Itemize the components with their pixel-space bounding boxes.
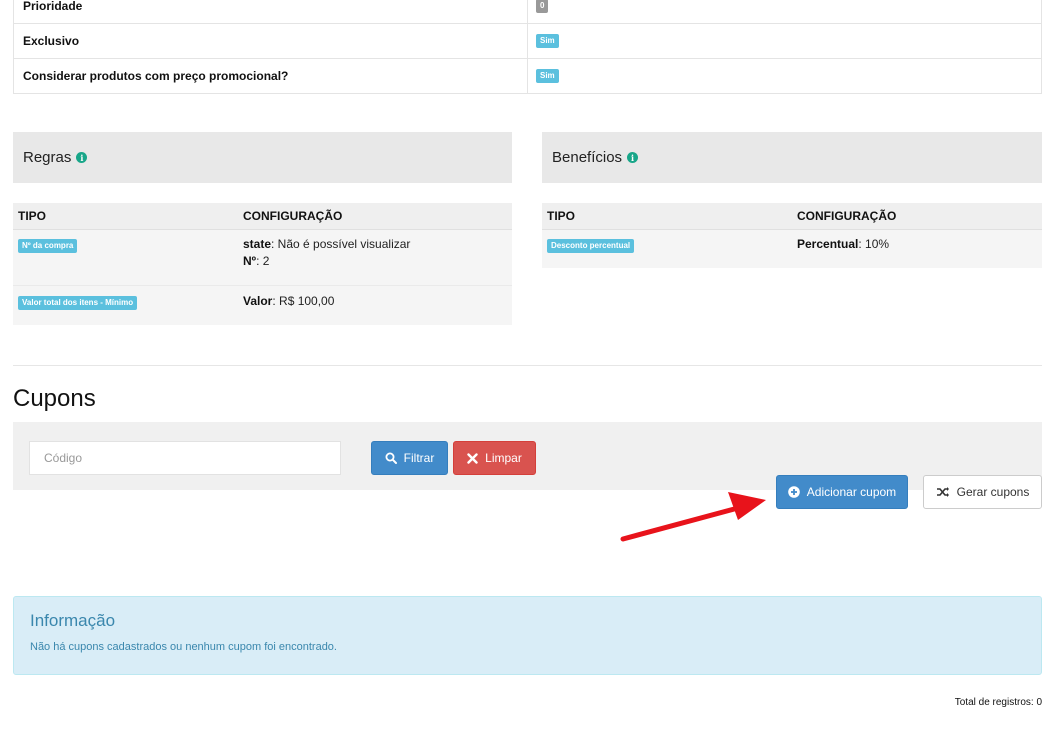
search-icon <box>385 452 397 464</box>
rules-table: TIPO CONFIGURAÇÃO Nº da compra state: Nã… <box>13 203 512 325</box>
rules-title: Regras <box>23 149 72 166</box>
code-search-input[interactable] <box>29 441 341 475</box>
clear-button[interactable]: Limpar <box>453 441 536 475</box>
property-row-promo: Considerar produtos com preço promociona… <box>14 58 1041 93</box>
rule-type-badge: Valor total dos itens - Mínimo <box>18 296 138 310</box>
filter-button-label: Filtrar <box>403 451 435 465</box>
property-row-priority: Prioridade 0 <box>14 0 1041 23</box>
priority-badge: 0 <box>536 0 549 13</box>
benefits-title: Benefícios <box>552 149 623 166</box>
section-divider <box>13 365 1042 366</box>
rule-type-badge: Nº da compra <box>18 239 78 253</box>
plus-circle-icon <box>787 486 800 498</box>
properties-table: Prioridade 0 Exclusivo Sim Considerar pr… <box>13 0 1042 94</box>
rules-table-header: TIPO CONFIGURAÇÃO <box>13 203 512 230</box>
table-row: Desconto percentual Percentual: 10% <box>542 230 1042 267</box>
benefits-panel-header: Benefícios i <box>542 132 1042 183</box>
benefit-config: Percentual: 10% <box>797 237 890 251</box>
add-coupon-label: Adicionar cupom <box>806 485 897 499</box>
info-icon[interactable]: i <box>627 152 639 163</box>
rule-config: Valor: R$ 100,00 <box>243 294 335 308</box>
info-icon[interactable]: i <box>76 152 88 163</box>
info-alert: Informação Não há cupons cadastrados ou … <box>13 596 1042 675</box>
property-key: Prioridade <box>14 0 528 23</box>
page: Prioridade 0 Exclusivo Sim Considerar pr… <box>0 0 1055 730</box>
total-records: Total de registros: 0 <box>954 697 1042 708</box>
add-coupon-button[interactable]: Adicionar cupom <box>776 475 908 509</box>
generate-coupons-label: Gerar cupons <box>956 485 1030 499</box>
benefit-type-badge: Desconto percentual <box>547 239 635 253</box>
property-key: Considerar produtos com preço promociona… <box>14 59 528 93</box>
coupons-title: Cupons <box>13 385 96 412</box>
alert-title: Informação <box>30 611 116 630</box>
generate-coupons-button[interactable]: Gerar cupons <box>923 475 1042 509</box>
alert-text: Não há cupons cadastrados ou nenhum cupo… <box>30 641 337 653</box>
col-type: TIPO <box>547 209 576 223</box>
close-icon <box>467 452 478 464</box>
col-config: CONFIGURAÇÃO <box>243 209 343 223</box>
table-row: Valor total dos itens - Mínimo Valor: R$… <box>13 286 512 324</box>
shuffle-icon <box>936 486 950 498</box>
col-type: TIPO <box>18 209 47 223</box>
promo-badge: Sim <box>536 69 559 83</box>
property-row-exclusive: Exclusivo Sim <box>14 23 1041 58</box>
rule-config: state: Não é possível visualizar Nº: 2 <box>243 237 411 268</box>
table-row: Nº da compra state: Não é possível visua… <box>13 230 512 286</box>
rules-panel-header: Regras i <box>13 132 512 183</box>
exclusive-badge: Sim <box>536 34 559 48</box>
filter-button[interactable]: Filtrar <box>371 441 448 475</box>
property-key: Exclusivo <box>14 24 528 58</box>
benefits-table: TIPO CONFIGURAÇÃO Desconto percentual Pe… <box>542 203 1042 268</box>
benefits-table-header: TIPO CONFIGURAÇÃO <box>542 203 1042 230</box>
col-config: CONFIGURAÇÃO <box>797 209 897 223</box>
clear-button-label: Limpar <box>485 451 522 465</box>
